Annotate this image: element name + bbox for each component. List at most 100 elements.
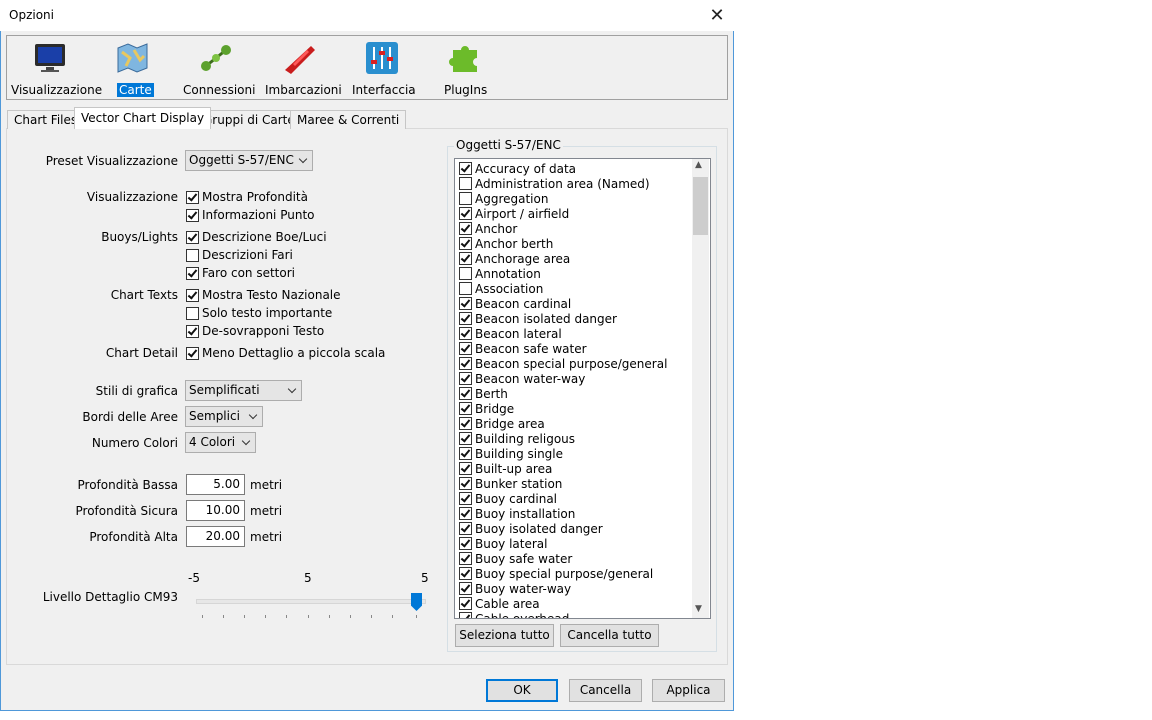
scroll-down-icon[interactable]: ▼	[695, 604, 702, 614]
list-item-checkbox[interactable]	[459, 387, 472, 400]
list-item[interactable]: Buoy cardinal	[459, 491, 557, 506]
colori-select[interactable]: 4 Colori	[185, 432, 256, 453]
list-item-checkbox[interactable]	[459, 432, 472, 445]
list-item[interactable]: Buoy water-way	[459, 581, 571, 596]
list-item[interactable]: Annotation	[459, 266, 541, 281]
list-item[interactable]: Bridge	[459, 401, 514, 416]
list-item-checkbox[interactable]	[459, 552, 472, 565]
list-item[interactable]: Anchor berth	[459, 236, 553, 251]
list-item[interactable]: Anchorage area	[459, 251, 570, 266]
checkbox-mostra-profondita[interactable]: Mostra Profondità	[186, 190, 308, 204]
checkbox-box[interactable]	[186, 190, 199, 204]
list-item-checkbox[interactable]	[459, 312, 472, 325]
ok-button[interactable]: OK	[486, 679, 558, 702]
list-item[interactable]: Beacon isolated danger	[459, 311, 617, 326]
list-item-checkbox[interactable]	[459, 162, 472, 175]
checkbox-box[interactable]	[186, 306, 199, 320]
list-item-checkbox[interactable]	[459, 222, 472, 235]
list-item-checkbox[interactable]	[459, 537, 472, 550]
tab-maree-correnti[interactable]: Maree & Correnti	[290, 110, 407, 129]
list-item[interactable]: Beacon water-way	[459, 371, 585, 386]
tab-vector-chart-display[interactable]: Vector Chart Display	[74, 107, 212, 129]
tab-chart-files[interactable]: Chart Files	[7, 110, 85, 129]
list-item-checkbox[interactable]	[459, 342, 472, 355]
select-all-button[interactable]: Seleziona tutto	[455, 624, 554, 647]
list-item-checkbox[interactable]	[459, 207, 472, 220]
prof-bassa-input[interactable]: 5.00	[186, 474, 245, 495]
checkbox-testo-nazionale[interactable]: Mostra Testo Nazionale	[186, 288, 341, 302]
stili-select[interactable]: Semplificati	[185, 380, 302, 401]
list-item[interactable]: Association	[459, 281, 543, 296]
list-item[interactable]: Buoy lateral	[459, 536, 548, 551]
objects-list[interactable]: Accuracy of data Administration area (Nam…	[454, 158, 711, 619]
list-item[interactable]: Beacon safe water	[459, 341, 587, 356]
cancel-button[interactable]: Cancella	[569, 679, 642, 702]
prof-alta-input[interactable]: 20.00	[186, 526, 245, 547]
bordi-select[interactable]: Semplici	[185, 406, 263, 427]
tab-gruppi-di-carte[interactable]: Gruppi di Carte	[196, 110, 302, 129]
list-item[interactable]: Beacon lateral	[459, 326, 562, 341]
checkbox-box[interactable]	[186, 266, 199, 280]
list-item[interactable]: Berth	[459, 386, 508, 401]
list-item-checkbox[interactable]	[459, 267, 472, 280]
list-item-checkbox[interactable]	[459, 492, 472, 505]
close-icon[interactable]: ✕	[702, 3, 732, 28]
list-item-checkbox[interactable]	[459, 462, 472, 475]
list-item-checkbox[interactable]	[459, 177, 472, 190]
list-item-checkbox[interactable]	[459, 297, 472, 310]
prof-sicura-input[interactable]: 10.00	[186, 500, 245, 521]
checkbox-meno-dettaglio[interactable]: Meno Dettaglio a piccola scala	[186, 346, 385, 360]
list-item[interactable]: Building single	[459, 446, 563, 461]
checkbox-desovrapponi[interactable]: De-sovrapponi Testo	[186, 324, 324, 338]
list-item-checkbox[interactable]	[459, 327, 472, 340]
list-item[interactable]: Bunker station	[459, 476, 562, 491]
list-item-checkbox[interactable]	[459, 237, 472, 250]
list-item-checkbox[interactable]	[459, 252, 472, 265]
list-item[interactable]: Bridge area	[459, 416, 545, 431]
list-item-checkbox[interactable]	[459, 567, 472, 580]
checkbox-box[interactable]	[186, 230, 199, 244]
checkbox-informazioni-punto[interactable]: Informazioni Punto	[186, 208, 315, 222]
list-item[interactable]: Beacon special purpose/general	[459, 356, 667, 371]
list-item-checkbox[interactable]	[459, 507, 472, 520]
list-item-checkbox[interactable]	[459, 522, 472, 535]
list-item-checkbox[interactable]	[459, 582, 472, 595]
list-item[interactable]: Buoy isolated danger	[459, 521, 603, 536]
list-item[interactable]: Anchor	[459, 221, 517, 236]
checkbox-box[interactable]	[186, 346, 199, 360]
list-item-checkbox[interactable]	[459, 477, 472, 490]
checkbox-descrizioni-fari[interactable]: Descrizioni Fari	[186, 248, 293, 262]
list-item[interactable]: Built-up area	[459, 461, 552, 476]
list-item[interactable]: Cable overhead	[459, 611, 569, 618]
list-item-checkbox[interactable]	[459, 192, 472, 205]
checkbox-box[interactable]	[186, 248, 199, 262]
checkbox-box[interactable]	[186, 324, 199, 338]
list-item[interactable]: Accuracy of data	[459, 161, 576, 176]
list-item[interactable]: Buoy installation	[459, 506, 575, 521]
list-item-checkbox[interactable]	[459, 402, 472, 415]
list-item-checkbox[interactable]	[459, 282, 472, 295]
list-item[interactable]: Buoy special purpose/general	[459, 566, 653, 581]
list-item[interactable]: Cable area	[459, 596, 540, 611]
checkbox-descrizione-boe[interactable]: Descrizione Boe/Luci	[186, 230, 327, 244]
list-item-checkbox[interactable]	[459, 597, 472, 610]
list-item[interactable]: Beacon cardinal	[459, 296, 571, 311]
list-item[interactable]: Buoy safe water	[459, 551, 572, 566]
list-item[interactable]: Building religous	[459, 431, 575, 446]
list-item[interactable]: Aggregation	[459, 191, 548, 206]
checkbox-box[interactable]	[186, 288, 199, 302]
list-item-checkbox[interactable]	[459, 357, 472, 370]
list-item[interactable]: Administration area (Named)	[459, 176, 650, 191]
list-item-checkbox[interactable]	[459, 447, 472, 460]
clear-all-button[interactable]: Cancella tutto	[560, 624, 659, 647]
list-item-checkbox[interactable]	[459, 417, 472, 430]
list-item[interactable]: Airport / airfield	[459, 206, 569, 221]
apply-button[interactable]: Applica	[652, 679, 725, 702]
cm93-slider-track[interactable]	[196, 599, 426, 604]
list-scrollbar-thumb[interactable]	[693, 177, 708, 235]
preset-select[interactable]: Oggetti S-57/ENC	[185, 150, 313, 171]
scroll-up-icon[interactable]: ▲	[695, 160, 702, 170]
list-item-checkbox[interactable]	[459, 612, 472, 618]
checkbox-box[interactable]	[186, 208, 199, 222]
checkbox-faro-settori[interactable]: Faro con settori	[186, 266, 295, 280]
